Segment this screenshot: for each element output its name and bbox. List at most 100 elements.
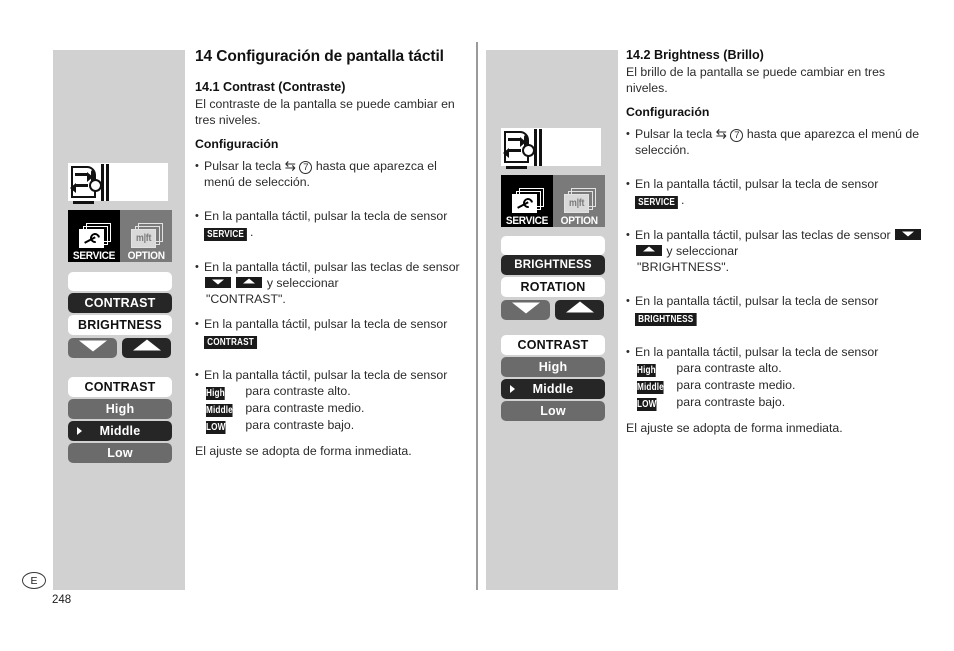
step-text-cont: "BRIGHTNESS". bbox=[637, 260, 730, 274]
submenu-row-label: Middle bbox=[532, 382, 574, 396]
level-text: para contraste medio. bbox=[676, 378, 796, 392]
illustration-column-right: SERVICE m|ft OPTION BRIGHTNESS ROTATION … bbox=[486, 50, 618, 590]
sensor-key-low[interactable]: LOW bbox=[206, 417, 242, 434]
tile-caption: OPTION bbox=[560, 215, 598, 227]
language-mark: E bbox=[22, 572, 46, 589]
step-text: En la pantalla táctil, pulsar la tecla d… bbox=[635, 177, 879, 191]
closing-note-left: El ajuste se adopta de forma inmediata. bbox=[195, 444, 412, 458]
levels-intro: En la pantalla táctil, pulsar la tecla d… bbox=[635, 345, 879, 359]
step-text-cont: . bbox=[250, 225, 254, 239]
section-intro-brightness: El brillo de la pantalla se puede cambia… bbox=[626, 65, 886, 95]
swap-key-icon: ⇆ bbox=[715, 126, 727, 141]
level-line: Middle para contraste medio. bbox=[204, 400, 467, 417]
sensor-key-low[interactable]: LOW bbox=[637, 394, 673, 411]
step-text: En la pantalla táctil, pulsar la tecla d… bbox=[635, 294, 879, 308]
sensor-key-middle[interactable]: Middle bbox=[637, 377, 673, 394]
tile-caption: SERVICE bbox=[505, 215, 549, 227]
wrench-documents-icon bbox=[510, 188, 544, 214]
appliance-display-strip-right bbox=[501, 128, 601, 169]
level-text: para contraste alto. bbox=[676, 361, 782, 375]
submenu-title-contrast-left: CONTRAST bbox=[68, 377, 172, 397]
closing-note-right: El ajuste se adopta de forma inmediata. bbox=[626, 421, 843, 435]
step-item: En la pantalla táctil, pulsar las teclas… bbox=[195, 259, 467, 307]
step-text-cont: . bbox=[681, 193, 685, 207]
tile-option-right[interactable]: m|ft OPTION bbox=[553, 175, 605, 227]
level-text: para contraste bajo. bbox=[245, 418, 355, 432]
manual-page: SERVICE m|ft OPTION CONTRAST BRIGHTNESS … bbox=[0, 0, 954, 651]
sensor-key-service[interactable]: SERVICE bbox=[635, 192, 681, 209]
selection-marker-icon bbox=[77, 427, 82, 435]
submenu-row-middle-right[interactable]: Middle bbox=[501, 379, 605, 399]
tile-service-left[interactable]: SERVICE bbox=[68, 210, 120, 262]
submenu-row-high-right[interactable]: High bbox=[501, 357, 605, 377]
level-line: High para contraste alto. bbox=[204, 383, 467, 400]
page-title: 14 Configuración de pantalla táctil bbox=[195, 48, 444, 65]
level-line: High para contraste alto. bbox=[635, 360, 926, 377]
swap-key-icon: ⇆ bbox=[284, 158, 296, 173]
steps-list-right: Pulsar la tecla ⇆ 7 hasta que aparezca e… bbox=[626, 126, 926, 411]
settings-label-right: Configuración bbox=[626, 105, 710, 119]
step-item: Pulsar la tecla ⇆ 7 hasta que aparezca e… bbox=[195, 158, 467, 190]
mft-documents-icon: m|ft bbox=[562, 188, 596, 214]
submenu-row-low-left[interactable]: Low bbox=[68, 443, 172, 463]
sensor-key-brightness[interactable]: BRIGHTNESS bbox=[635, 309, 697, 326]
sensor-key-service[interactable]: SERVICE bbox=[204, 224, 250, 241]
illustration-column-left: SERVICE m|ft OPTION CONTRAST BRIGHTNESS … bbox=[53, 50, 185, 590]
step-text-cont: "CONTRAST". bbox=[206, 292, 286, 306]
step-item-levels: En la pantalla táctil, pulsar la tecla d… bbox=[195, 367, 467, 434]
sensor-key-contrast[interactable]: CONTRAST bbox=[204, 332, 257, 349]
page-number: 248 bbox=[52, 594, 72, 606]
step-item: Pulsar la tecla ⇆ 7 hasta que aparezca e… bbox=[626, 126, 926, 158]
section-intro-contrast: El contraste de la pantalla se puede cam… bbox=[195, 97, 455, 127]
step-text: Pulsar la tecla bbox=[635, 127, 713, 141]
menu-row-contrast-left[interactable]: CONTRAST bbox=[68, 293, 172, 313]
submenu-title-contrast-right: CONTRAST bbox=[501, 335, 605, 355]
tile-caption: SERVICE bbox=[72, 250, 116, 262]
arrow-up-icon[interactable] bbox=[236, 277, 263, 288]
step-item-levels: En la pantalla táctil, pulsar la tecla d… bbox=[626, 344, 926, 411]
submenu-row-high-left[interactable]: High bbox=[68, 399, 172, 419]
arrow-down-icon[interactable] bbox=[205, 277, 231, 288]
tile-service-right[interactable]: SERVICE bbox=[501, 175, 553, 227]
level-line: LOW para contraste bajo. bbox=[635, 394, 926, 411]
section-heading-brightness: 14.2 Brightness (Brillo) bbox=[626, 48, 764, 62]
level-text: para contraste medio. bbox=[245, 401, 365, 415]
step-text: En la pantalla táctil, pulsar las teclas… bbox=[204, 260, 460, 274]
steps-list-left: Pulsar la tecla ⇆ 7 hasta que aparezca e… bbox=[195, 158, 467, 434]
step-text-mid: y seleccionar bbox=[666, 244, 739, 258]
arrow-up-button-left[interactable] bbox=[122, 338, 171, 358]
tile-caption: OPTION bbox=[127, 250, 165, 262]
menu-row-brightness-right[interactable]: BRIGHTNESS bbox=[501, 255, 605, 275]
arrow-up-button-right[interactable] bbox=[555, 300, 604, 320]
sensor-key-high[interactable]: High bbox=[206, 383, 242, 400]
tile-option-left[interactable]: m|ft OPTION bbox=[120, 210, 172, 262]
appliance-display-strip-left bbox=[68, 163, 168, 204]
text-column-right: 14.2 Brightness (Brillo) El brillo de la… bbox=[626, 48, 926, 436]
menu-row-brightness-left[interactable]: BRIGHTNESS bbox=[68, 315, 172, 335]
column-divider bbox=[476, 42, 478, 590]
settings-label-left: Configuración bbox=[195, 137, 279, 151]
arrow-up-icon[interactable] bbox=[636, 245, 662, 256]
step-item: En la pantalla táctil, pulsar la tecla d… bbox=[626, 293, 926, 326]
sensor-key-middle[interactable]: Middle bbox=[206, 400, 242, 417]
arrow-down-icon[interactable] bbox=[895, 229, 922, 240]
arrow-down-button-right[interactable] bbox=[501, 300, 550, 320]
appliance-pictogram-icon bbox=[70, 164, 113, 204]
level-line: LOW para contraste bajo. bbox=[204, 417, 467, 434]
sensor-key-high[interactable]: High bbox=[637, 360, 673, 377]
wrench-documents-icon bbox=[77, 223, 111, 249]
submenu-row-low-right[interactable]: Low bbox=[501, 401, 605, 421]
step-item: En la pantalla táctil, pulsar las teclas… bbox=[626, 227, 926, 275]
selection-marker-icon bbox=[510, 385, 515, 393]
step-item: En la pantalla táctil, pulsar la tecla d… bbox=[195, 316, 467, 349]
step-text: En la pantalla táctil, pulsar las teclas… bbox=[635, 228, 891, 242]
menu-row-rotation-right[interactable]: ROTATION bbox=[501, 277, 605, 297]
step-item: En la pantalla táctil, pulsar la tecla d… bbox=[626, 176, 926, 209]
submenu-row-middle-left[interactable]: Middle bbox=[68, 421, 172, 441]
callout-number-icon: 7 bbox=[299, 160, 313, 174]
language-mark-label: E bbox=[30, 574, 38, 587]
callout-number-icon: 7 bbox=[730, 128, 744, 142]
submenu-row-label: Middle bbox=[99, 424, 141, 438]
text-column-left: 14 Configuración de pantalla táctil 14.1… bbox=[195, 48, 467, 459]
arrow-down-button-left[interactable] bbox=[68, 338, 117, 358]
